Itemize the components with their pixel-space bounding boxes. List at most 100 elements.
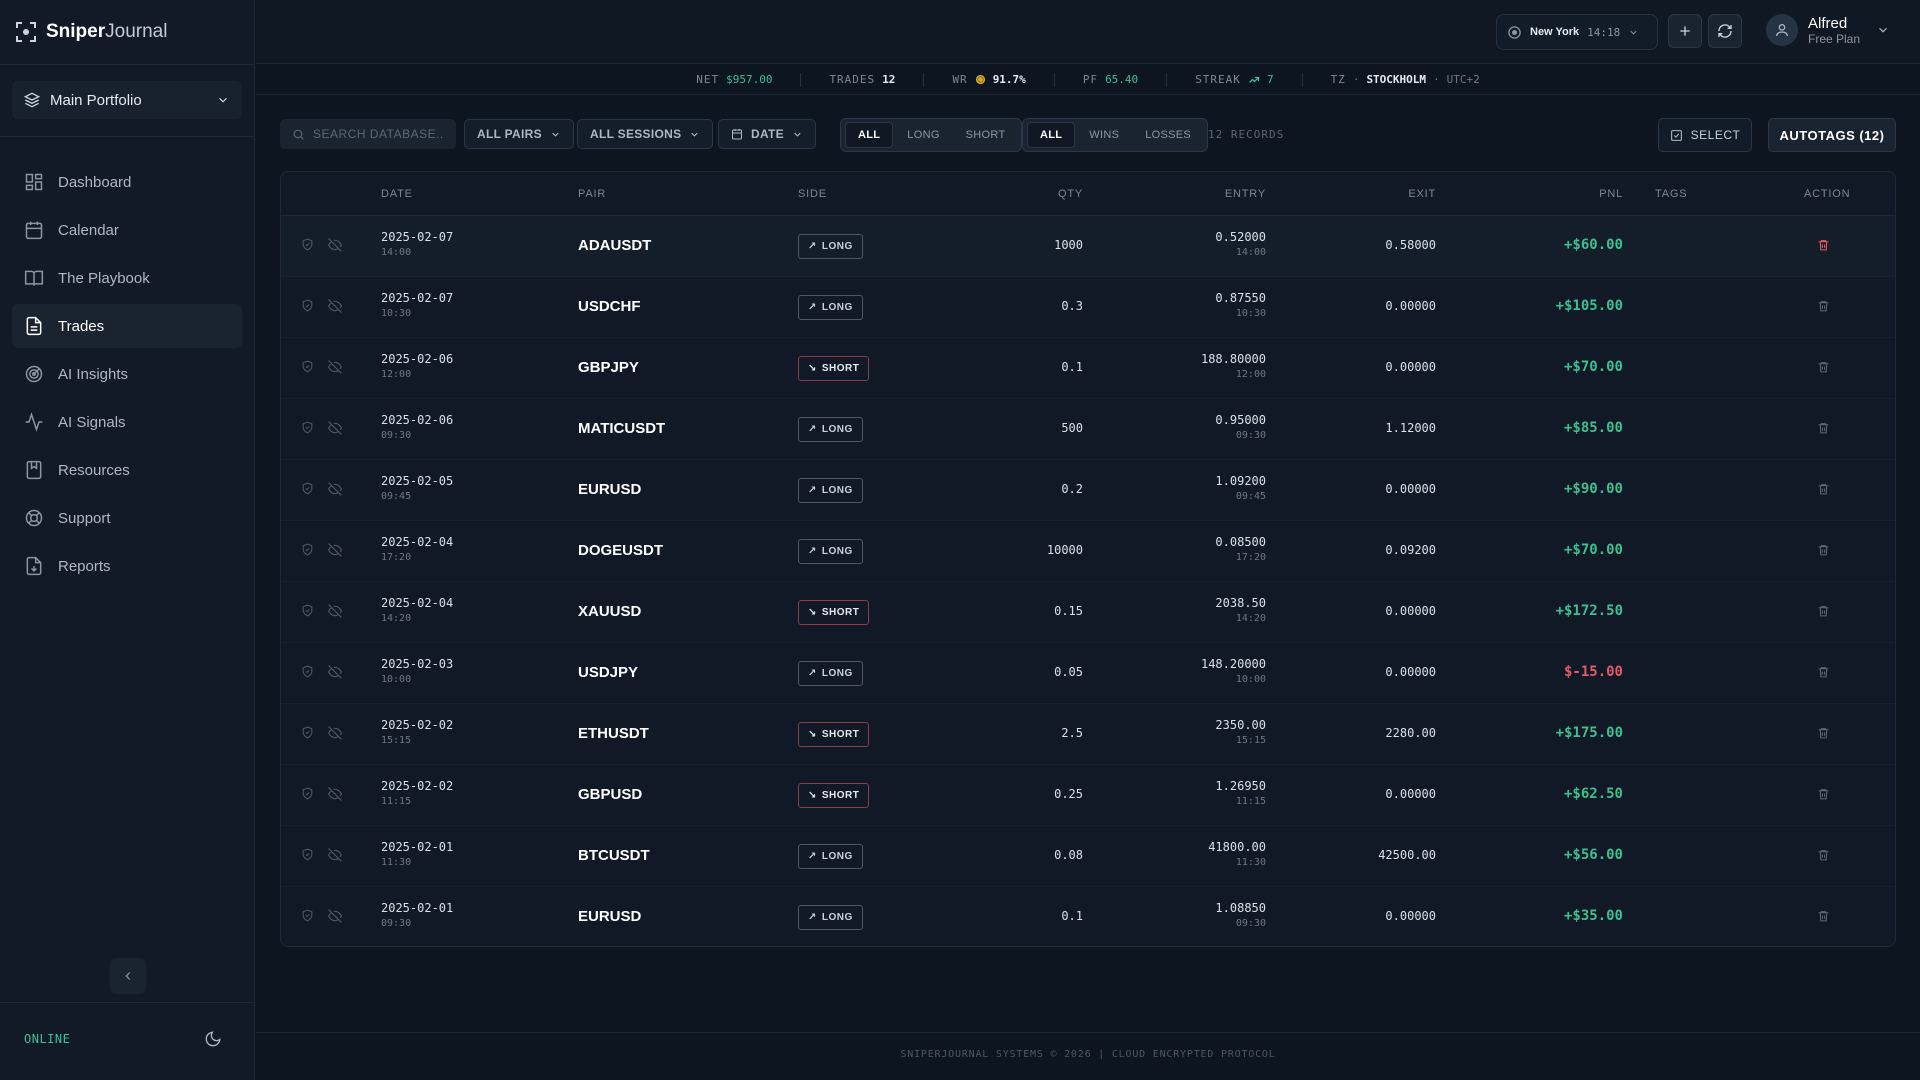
delete-trade-button[interactable]: [1817, 421, 1830, 440]
shield-check-icon[interactable]: [301, 360, 314, 379]
column-header-exit[interactable]: EXIT: [1408, 188, 1436, 200]
column-header-qty[interactable]: QTY: [1058, 188, 1083, 200]
pairs-dropdown[interactable]: ALL PAIRS: [464, 119, 574, 149]
stat-timezone: TZ · STOCKHOLM · UTC+2: [1303, 73, 1508, 87]
sidebar-item-resources[interactable]: Resources: [12, 448, 242, 492]
side-filter-long[interactable]: LONG: [895, 123, 951, 147]
delete-trade-button[interactable]: [1817, 238, 1830, 257]
column-header-pnl[interactable]: PNL: [1599, 188, 1623, 200]
eye-off-icon[interactable]: [327, 665, 343, 684]
shield-check-icon[interactable]: [301, 299, 314, 318]
sidebar-item-label: Resources: [58, 461, 130, 479]
shield-check-icon[interactable]: [301, 421, 314, 440]
shield-check-icon[interactable]: [301, 482, 314, 501]
select-button[interactable]: SELECT: [1658, 118, 1752, 152]
delete-trade-button[interactable]: [1817, 726, 1830, 745]
column-header-entry[interactable]: ENTRY: [1225, 188, 1266, 200]
table-row[interactable]: 2025-02-05 09:45 EURUSD ↗ LONG 0.2 1.09200 09:4…: [281, 460, 1895, 521]
logo-text-light: Journal: [105, 21, 168, 42]
date-dropdown[interactable]: DATE: [718, 119, 816, 149]
table-row[interactable]: 2025-02-01 11:30 BTCUSDT ↗ LONG 0.08 41800.00 1…: [281, 826, 1895, 887]
shield-check-icon[interactable]: [301, 909, 314, 928]
chevron-down-icon: [219, 97, 227, 103]
shield-check-icon[interactable]: [301, 726, 314, 745]
eye-off-icon[interactable]: [327, 543, 343, 562]
table-row[interactable]: 2025-02-04 14:20 XAUUSD ↘ SHORT 0.15 2038.50 14…: [281, 582, 1895, 643]
shield-check-icon[interactable]: [301, 848, 314, 867]
table-row[interactable]: 2025-02-04 17:20 DOGEUSDT ↗ LONG 10000 0.08500…: [281, 521, 1895, 582]
sidebar-item-calendar[interactable]: Calendar: [12, 208, 242, 252]
shield-check-icon[interactable]: [301, 238, 314, 257]
shield-check-icon[interactable]: [301, 543, 314, 562]
table-row[interactable]: 2025-02-07 14:00 ADAUSDT ↗ LONG 1000 0.52000 14…: [281, 216, 1895, 277]
sidebar-item-dashboard[interactable]: Dashboard: [12, 160, 242, 204]
trade-pair: USDCHF: [578, 298, 641, 315]
side-filter-short[interactable]: SHORT: [954, 123, 1018, 147]
delete-trade-button[interactable]: [1817, 665, 1830, 684]
sidebar-item-playbook[interactable]: The Playbook: [12, 256, 242, 300]
user-menu[interactable]: Alfred Free Plan: [1766, 14, 1890, 46]
arrow-down-right-icon: ↘: [808, 790, 817, 801]
eye-off-icon[interactable]: [327, 604, 343, 623]
table-row[interactable]: 2025-02-06 12:00 GBPJPY ↘ SHORT 0.1 188.80000 1…: [281, 338, 1895, 399]
stat-value: 7: [1266, 73, 1274, 86]
delete-trade-button[interactable]: [1817, 543, 1830, 562]
sidebar-item-label: Reports: [58, 557, 111, 575]
sessions-dropdown[interactable]: ALL SESSIONS: [577, 119, 714, 149]
search-input[interactable]: [313, 127, 443, 141]
sidebar-item-reports[interactable]: Reports: [12, 544, 242, 588]
delete-trade-button[interactable]: [1817, 604, 1830, 623]
outcome-filter-wins[interactable]: WINS: [1077, 123, 1131, 147]
trash-icon: [1818, 362, 1829, 373]
delete-trade-button[interactable]: [1817, 360, 1830, 379]
outcome-filter-all[interactable]: ALL: [1027, 122, 1076, 148]
app-logo[interactable]: SniperJournal: [14, 20, 167, 44]
delete-trade-button[interactable]: [1817, 909, 1830, 928]
eye-off-icon[interactable]: [327, 299, 343, 318]
eye-off-icon[interactable]: [327, 787, 343, 806]
delete-trade-button[interactable]: [1817, 787, 1830, 806]
moon-icon[interactable]: [204, 1030, 222, 1048]
timezone-selector[interactable]: New York 14:18: [1496, 14, 1658, 50]
side-filter-all[interactable]: ALL: [845, 122, 894, 148]
shield-check-icon[interactable]: [301, 604, 314, 623]
refresh-button[interactable]: [1708, 14, 1742, 48]
column-header-side[interactable]: SIDE: [798, 188, 827, 200]
delete-trade-button[interactable]: [1817, 299, 1830, 318]
collapse-sidebar-button[interactable]: [110, 958, 146, 994]
eye-off-icon[interactable]: [327, 848, 343, 867]
eye-off-icon[interactable]: [327, 238, 343, 257]
add-trade-button[interactable]: [1668, 14, 1702, 48]
table-row[interactable]: 2025-02-02 15:15 ETHUSDT ↘ SHORT 2.5 2350.00 15…: [281, 704, 1895, 765]
trade-entry-time: 09:45: [1235, 491, 1266, 502]
timezone-city: New York: [1530, 26, 1580, 38]
delete-trade-button[interactable]: [1817, 848, 1830, 867]
table-row[interactable]: 2025-02-01 09:30 EURUSD ↗ LONG 0.1 1.08850 09:3…: [281, 887, 1895, 946]
eye-off-icon[interactable]: [327, 421, 343, 440]
shield-check-icon[interactable]: [301, 665, 314, 684]
row-icons: [301, 360, 343, 379]
stat-separator: ·: [1433, 73, 1440, 86]
table-row[interactable]: 2025-02-03 10:00 USDJPY ↗ LONG 0.05 148.20000 1…: [281, 643, 1895, 704]
eye-off-icon[interactable]: [327, 726, 343, 745]
table-row[interactable]: 2025-02-02 11:15 GBPUSD ↘ SHORT 0.25 1.26950 11…: [281, 765, 1895, 826]
column-header-pair[interactable]: PAIR: [578, 188, 606, 200]
eye-off-icon[interactable]: [327, 909, 343, 928]
table-row[interactable]: 2025-02-06 09:30 MATICUSDT ↗ LONG 500 0.95000 0…: [281, 399, 1895, 460]
trade-date-cell: 2025-02-01 09:30: [381, 901, 453, 929]
table-row[interactable]: 2025-02-07 10:30 USDCHF ↗ LONG 0.3 0.87550 10:3…: [281, 277, 1895, 338]
sidebar-item-support[interactable]: Support: [12, 496, 242, 540]
shield-check-icon[interactable]: [301, 787, 314, 806]
sidebar-item-ai-insights[interactable]: AI Insights: [12, 352, 242, 396]
portfolio-selector[interactable]: Main Portfolio: [12, 81, 242, 119]
eye-off-icon[interactable]: [327, 360, 343, 379]
sidebar-item-ai-signals[interactable]: AI Signals: [12, 400, 242, 444]
outcome-filter-losses[interactable]: LOSSES: [1133, 123, 1203, 147]
column-header-date[interactable]: DATE: [381, 188, 413, 200]
trash-icon: [1818, 728, 1829, 739]
delete-trade-button[interactable]: [1817, 482, 1830, 501]
chevron-down-icon: [1879, 27, 1887, 33]
autotags-button[interactable]: AUTOTAGS (12): [1768, 118, 1896, 152]
eye-off-icon[interactable]: [327, 482, 343, 501]
sidebar-item-trades[interactable]: Trades: [12, 304, 242, 348]
